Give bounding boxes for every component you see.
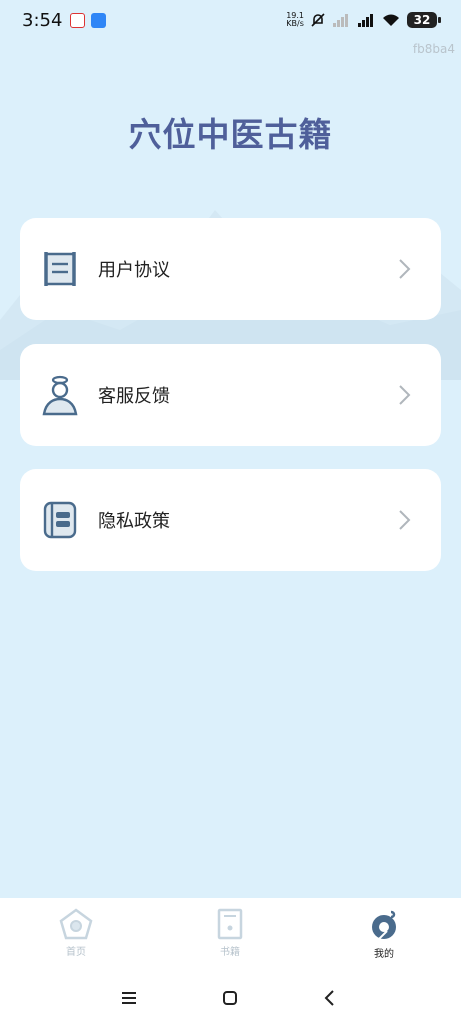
- nav-tab-profile[interactable]: 我的: [339, 904, 429, 960]
- system-nav-bar: [0, 968, 461, 1024]
- network-speed: 19.1 KB/s: [286, 12, 304, 28]
- chevron-right-icon: [399, 510, 411, 530]
- menu-item-label: 用户协议: [98, 260, 170, 281]
- menu-item-privacy-policy[interactable]: 隐私政策: [20, 469, 441, 571]
- watermark: fb8ba4: [412, 42, 455, 56]
- menu-item-feedback[interactable]: 客服反馈: [20, 344, 441, 446]
- wifi-icon: [383, 14, 399, 26]
- cloud-app-icon: [91, 13, 106, 28]
- page-title: 穴位中医古籍: [128, 115, 333, 154]
- status-time: 3:54: [22, 10, 63, 31]
- nav-tab-label: 书籍: [220, 947, 240, 958]
- notification-icons: [70, 13, 106, 28]
- app-notification-icon: [70, 13, 85, 28]
- menu-item-label: 客服反馈: [98, 386, 170, 407]
- signal-icon: [358, 14, 373, 27]
- menu-icon[interactable]: [119, 988, 139, 1008]
- battery-indicator: 32: [407, 12, 441, 28]
- nav-tab-home[interactable]: 首页: [31, 904, 121, 958]
- nav-tab-label: 我的: [374, 949, 394, 960]
- scroll-icon: [44, 252, 76, 286]
- profile-icon: [372, 910, 396, 941]
- status-indicators: 19.1 KB/s 32: [286, 12, 441, 28]
- menu-item-label: 隐私政策: [98, 511, 170, 532]
- status-bar: 3:54 19.1 KB/s 32: [0, 0, 461, 44]
- network-speed-unit: KB/s: [286, 19, 304, 28]
- bell-muted-icon: [311, 13, 325, 27]
- home-icon: [59, 908, 93, 940]
- book-icon: [217, 908, 243, 940]
- nav-tab-label: 首页: [66, 947, 86, 958]
- bottom-nav: 首页 书籍 我的: [0, 898, 461, 968]
- chevron-right-icon: [399, 385, 411, 405]
- person-icon: [42, 375, 78, 416]
- back-icon[interactable]: [320, 988, 340, 1008]
- menu-item-user-agreement[interactable]: 用户协议: [20, 218, 441, 320]
- nav-tab-books[interactable]: 书籍: [185, 904, 275, 958]
- home-button-icon[interactable]: [220, 988, 240, 1008]
- notebook-icon: [43, 501, 77, 539]
- signal-icon-weak: [333, 14, 348, 27]
- chevron-right-icon: [399, 259, 411, 279]
